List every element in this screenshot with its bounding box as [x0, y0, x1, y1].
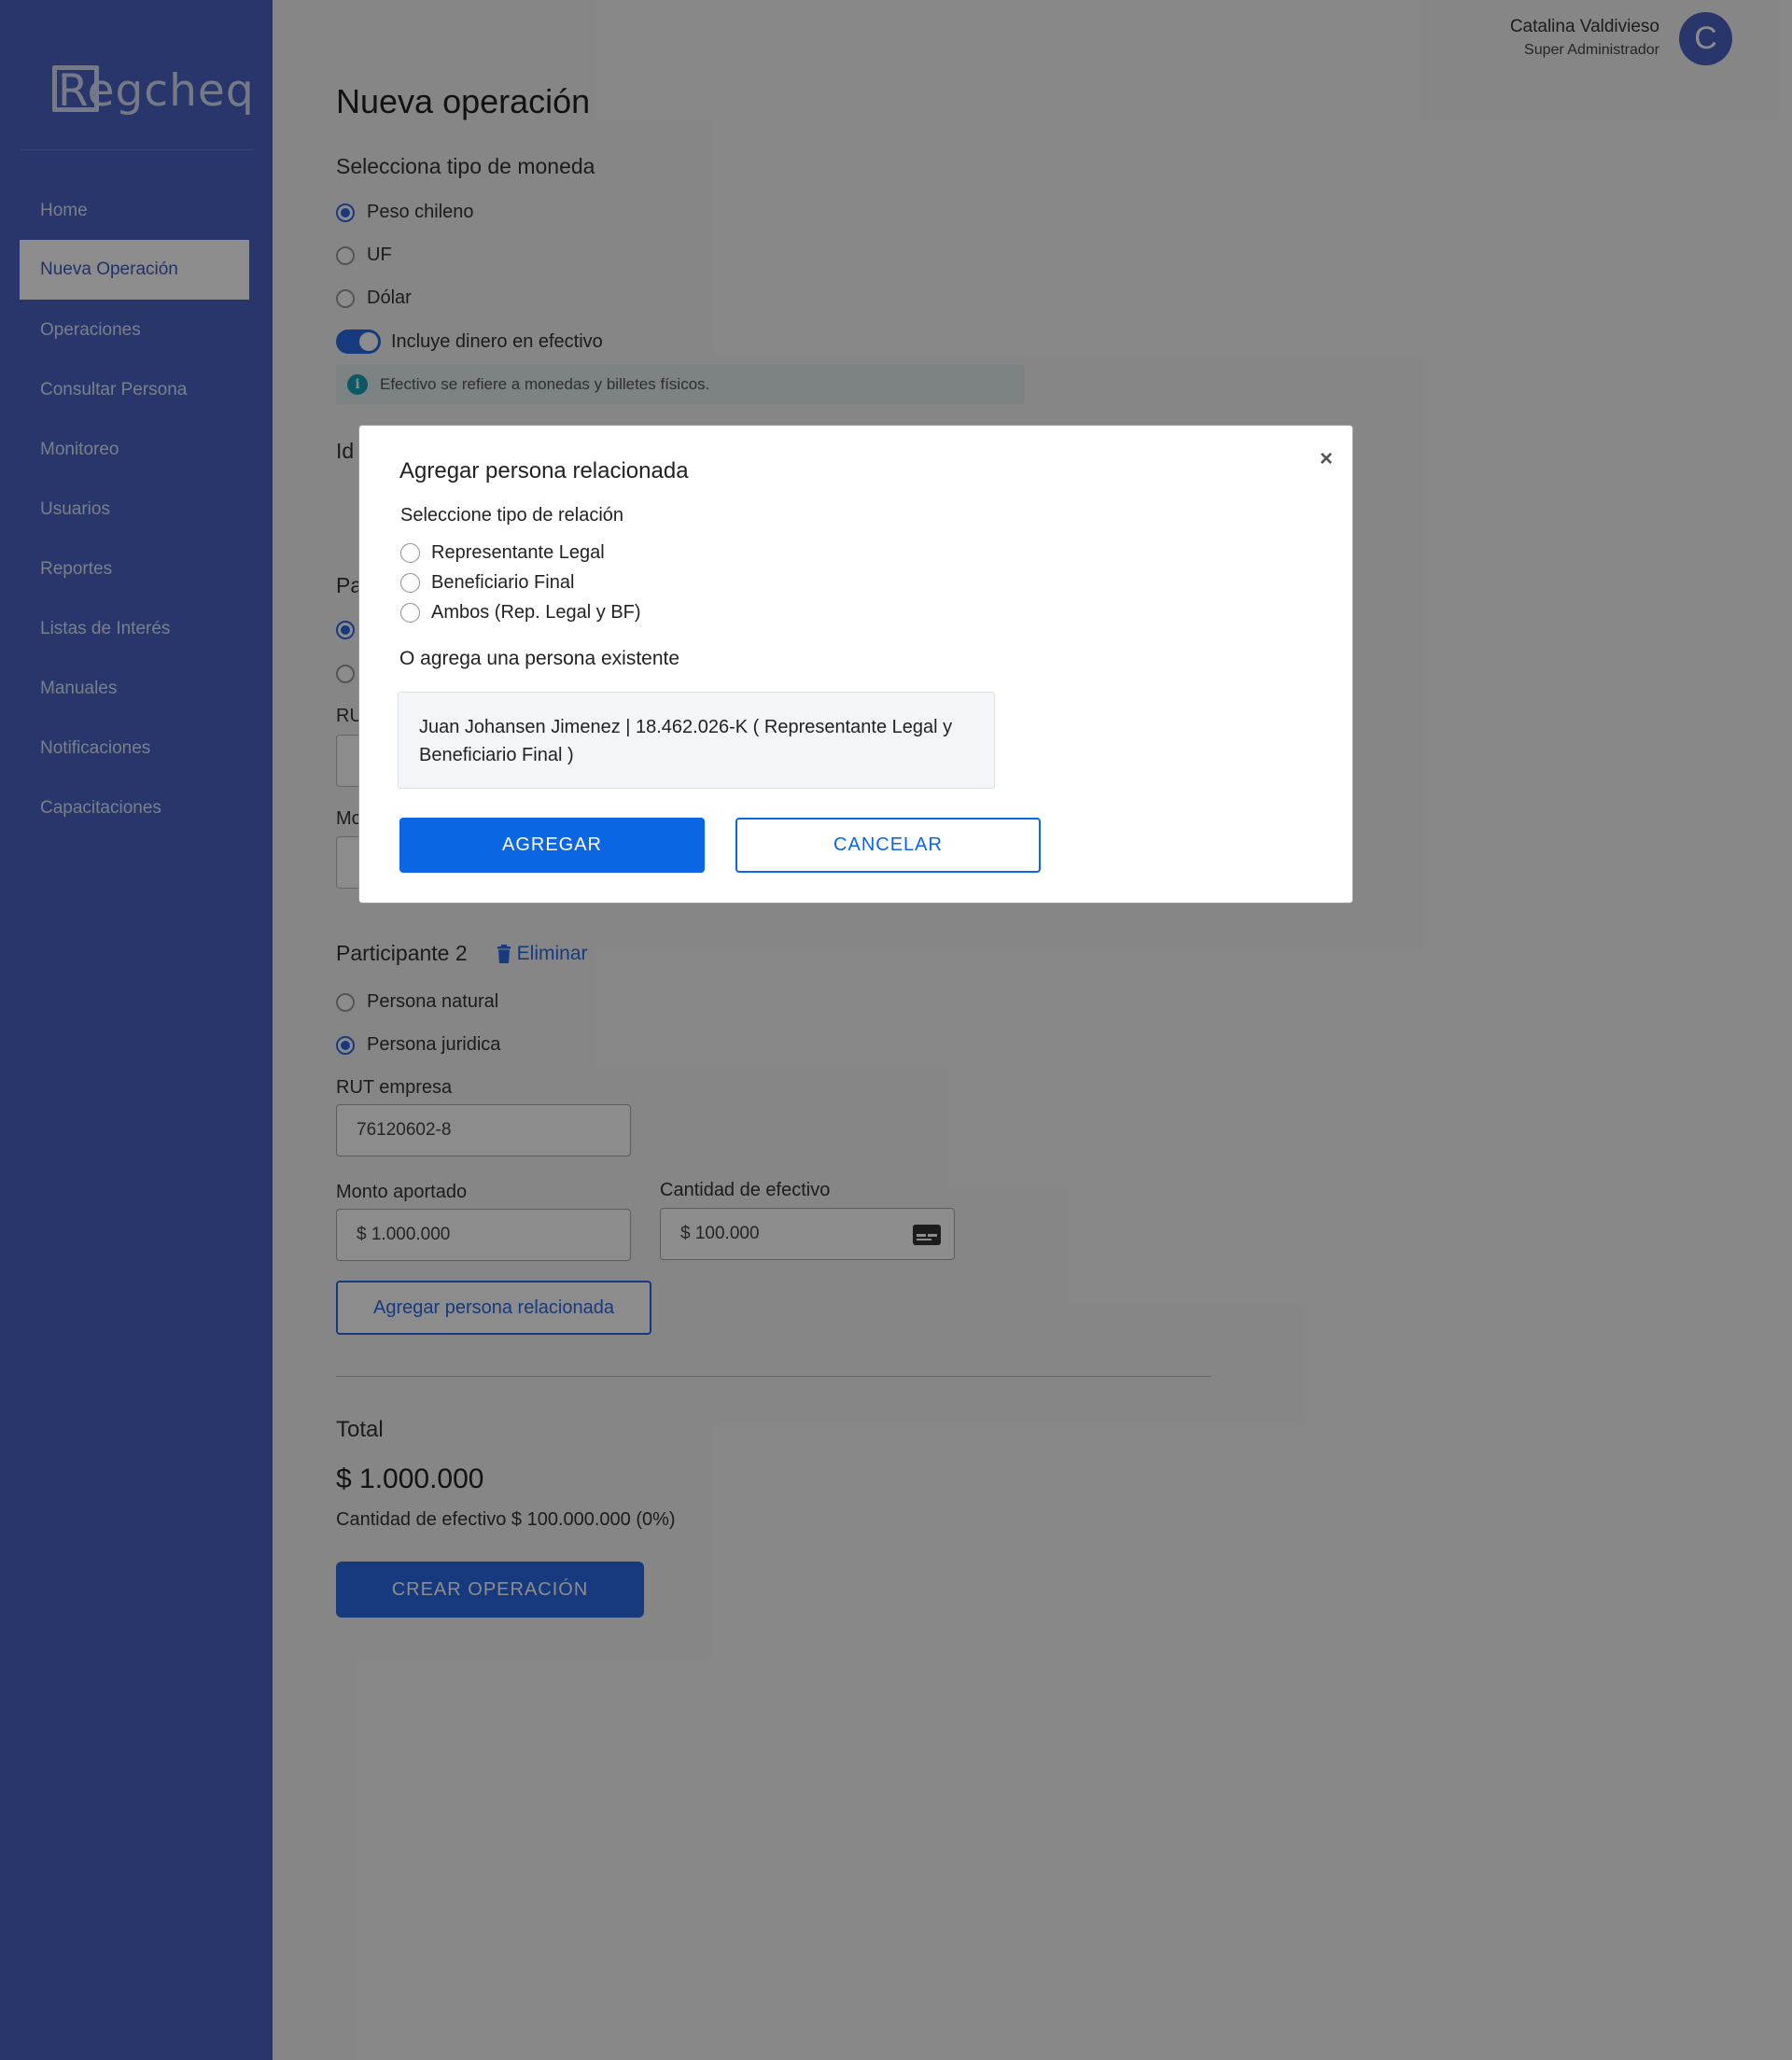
relation-option-ambos[interactable]: Ambos (Rep. Legal y BF) [400, 602, 641, 624]
relation-option-label: Ambos (Rep. Legal y BF) [431, 602, 641, 623]
relation-option-beneficiario[interactable]: Beneficiario Final [400, 572, 574, 594]
relation-option-label: Representante Legal [431, 542, 605, 563]
radio-unchecked[interactable] [400, 603, 420, 623]
close-icon[interactable]: × [1320, 446, 1333, 472]
cancel-button[interactable]: CANCELAR [735, 818, 1041, 873]
relation-option-label: Beneficiario Final [431, 572, 575, 593]
add-button[interactable]: AGREGAR [399, 818, 705, 873]
radio-unchecked[interactable] [400, 573, 420, 593]
modal-title: Agregar persona relacionada [399, 458, 689, 483]
modal-backdrop[interactable] [0, 0, 1792, 2060]
existing-person-label: O agrega una persona existente [399, 648, 680, 669]
radio-unchecked[interactable] [400, 543, 420, 563]
relation-type-label: Seleccione tipo de relación [400, 505, 624, 526]
relation-option-representante[interactable]: Representante Legal [400, 542, 605, 564]
add-related-person-modal: × Agregar persona relacionada Seleccione… [358, 425, 1353, 904]
existing-person-option[interactable]: Juan Johansen Jimenez | 18.462.026-K ( R… [398, 692, 995, 789]
